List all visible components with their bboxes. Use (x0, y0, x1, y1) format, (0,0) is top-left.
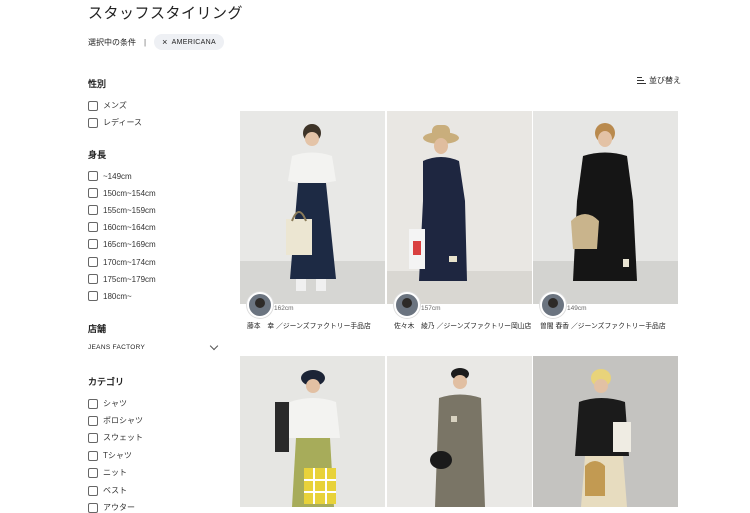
staff-name-store[interactable]: 曽闇 春香 ／ジーンズファクトリー手品店 (540, 321, 685, 332)
option-label: ベスト (103, 486, 128, 495)
staff-height: 149cm (567, 305, 587, 312)
filter-title-store: 店舗 (88, 324, 107, 334)
avatar[interactable] (394, 292, 420, 318)
filter-title-height: 身長 (88, 150, 107, 160)
staff-height: 157cm (421, 305, 441, 312)
checkbox[interactable] (88, 100, 98, 111)
staff-name-store[interactable]: 佐々木 綾乃 ／ジーンズファクトリー岡山店 (394, 321, 539, 332)
filter-option-height[interactable]: 160cm~164cm (88, 222, 156, 232)
checkbox[interactable] (88, 205, 98, 215)
filter-chip-americana[interactable]: × AMERICANA (154, 34, 224, 50)
styling-card[interactable]: 149cm 曽闇 春香 ／ジーンズファクトリー手品店 (533, 111, 678, 341)
filter-option-mens[interactable]: メンズ (88, 100, 127, 111)
styling-card[interactable] (240, 356, 385, 507)
filter-option-category[interactable]: シャツ (88, 398, 127, 409)
styling-photo[interactable] (387, 111, 532, 304)
option-label: 175cm~179cm (103, 274, 156, 284)
option-label: 170cm~174cm (103, 257, 156, 267)
selected-filters: 選択中の条件 | × AMERICANA (88, 33, 224, 51)
selected-filters-label: 選択中の条件 (88, 37, 136, 47)
option-label: 180cm~ (103, 291, 132, 301)
filter-option-category[interactable]: Tシャツ (88, 450, 132, 461)
checkbox[interactable] (88, 291, 98, 301)
styling-photo[interactable] (240, 356, 385, 507)
styling-photo[interactable] (240, 111, 385, 304)
filter-option-height[interactable]: ~149cm (88, 171, 132, 181)
checkbox[interactable] (88, 415, 98, 426)
sort-icon (637, 76, 646, 85)
option-label: シャツ (103, 399, 127, 408)
checkbox[interactable] (88, 117, 98, 128)
styling-card[interactable]: 157cm 佐々木 綾乃 ／ジーンズファクトリー岡山店 (387, 111, 532, 346)
filter-title-category: カテゴリ (88, 377, 125, 387)
checkbox[interactable] (88, 467, 98, 478)
option-label: メンズ (103, 101, 127, 110)
filter-option-category[interactable]: ポロシャツ (88, 415, 143, 426)
filter-option-height[interactable]: 150cm~154cm (88, 188, 156, 198)
filter-option-height[interactable]: 170cm~174cm (88, 257, 156, 267)
option-label: スウェット (103, 433, 143, 442)
filter-option-height[interactable]: 175cm~179cm (88, 274, 156, 284)
filter-option-category[interactable]: ニット (88, 467, 127, 478)
store-select[interactable]: JEANS FACTORY (88, 341, 220, 351)
divider: | (144, 37, 147, 47)
styling-photo[interactable] (533, 356, 678, 507)
chevron-down-icon (209, 341, 219, 351)
option-label: アウター (103, 503, 135, 512)
option-label: ポロシャツ (103, 416, 143, 425)
option-label: 160cm~164cm (103, 222, 156, 232)
checkbox[interactable] (88, 450, 98, 461)
filter-option-height[interactable]: 180cm~ (88, 291, 132, 301)
avatar[interactable] (247, 292, 273, 318)
filter-chip-label: AMERICANA (171, 38, 216, 46)
page-title: スタッフスタイリング (88, 5, 244, 22)
checkbox[interactable] (88, 257, 98, 267)
filter-option-category[interactable]: スウェット (88, 432, 143, 443)
option-label: 155cm~159cm (103, 205, 156, 215)
styling-card[interactable] (387, 356, 532, 507)
option-label: 165cm~169cm (103, 239, 156, 249)
checkbox[interactable] (88, 188, 98, 198)
close-icon[interactable]: × (162, 38, 168, 47)
store-select-value: JEANS FACTORY (88, 344, 146, 351)
filter-title-gender: 性別 (88, 79, 107, 89)
filter-option-ladies[interactable]: レディース (88, 117, 142, 128)
option-label: ~149cm (103, 171, 132, 181)
styling-photo[interactable] (533, 111, 678, 304)
sort-label: 並び替え (649, 76, 681, 85)
staff-name-store[interactable]: 藤本 幸 ／ジーンズファクトリー手品店 (247, 321, 392, 332)
option-label: 150cm~154cm (103, 188, 156, 198)
styling-card[interactable]: 162cm 藤本 幸 ／ジーンズファクトリー手品店 (240, 111, 385, 341)
staff-height: 162cm (274, 305, 294, 312)
filter-option-height[interactable]: 165cm~169cm (88, 239, 156, 249)
checkbox[interactable] (88, 239, 98, 249)
checkbox[interactable] (88, 398, 98, 409)
styling-photo[interactable] (387, 356, 532, 507)
checkbox[interactable] (88, 171, 98, 181)
checkbox[interactable] (88, 274, 98, 284)
checkbox[interactable] (88, 432, 98, 443)
filter-option-height[interactable]: 155cm~159cm (88, 205, 156, 215)
filter-option-category[interactable]: アウター (88, 502, 135, 513)
option-label: ニット (103, 468, 127, 477)
avatar[interactable] (540, 292, 566, 318)
checkbox[interactable] (88, 485, 98, 496)
checkbox[interactable] (88, 222, 98, 232)
option-label: レディース (103, 118, 143, 127)
option-label: Tシャツ (103, 451, 132, 460)
filter-option-category[interactable]: ベスト (88, 485, 127, 496)
styling-card[interactable] (533, 356, 678, 507)
checkbox[interactable] (88, 502, 98, 513)
sort-button[interactable]: 並び替え (637, 75, 681, 86)
